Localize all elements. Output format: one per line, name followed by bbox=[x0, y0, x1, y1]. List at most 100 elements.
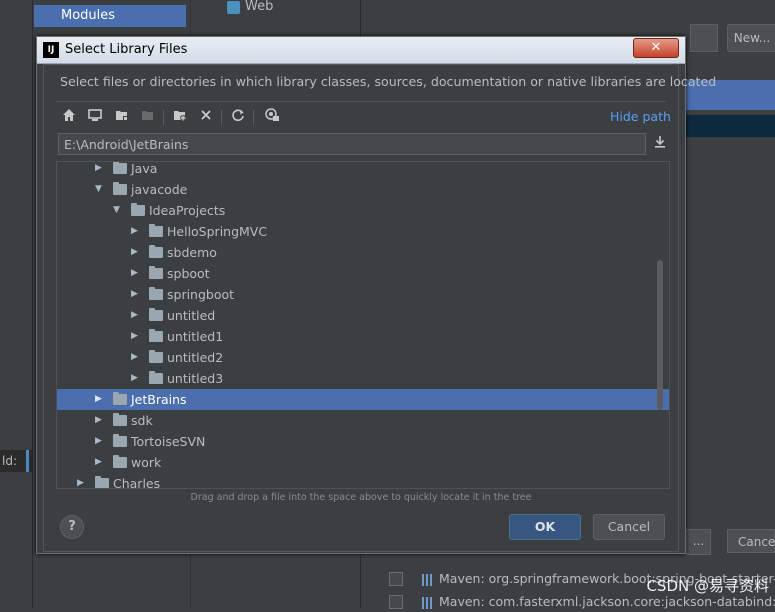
maven-library-icon bbox=[422, 573, 434, 586]
tree-row-label: HelloSpringMVC bbox=[167, 224, 268, 239]
web-module-icon bbox=[227, 1, 240, 14]
tree-row-label: work bbox=[131, 455, 162, 470]
module-icon[interactable] bbox=[139, 108, 157, 126]
collapse-arrow-icon[interactable]: ▼ bbox=[95, 179, 105, 200]
folder-icon bbox=[113, 434, 127, 447]
toolbar-separator bbox=[163, 110, 164, 125]
expand-arrow-icon[interactable]: ▶ bbox=[131, 347, 141, 368]
tree-row-label: sdk bbox=[131, 413, 153, 428]
toolbar-separator bbox=[253, 110, 254, 125]
folder-icon bbox=[113, 162, 127, 174]
browse-button[interactable]: ... bbox=[686, 529, 711, 555]
intellij-logo-icon: IJ bbox=[43, 42, 59, 58]
toolbar-separator bbox=[221, 110, 222, 125]
folder-icon bbox=[113, 182, 127, 195]
collapse-arrow-icon[interactable]: ▼ bbox=[113, 200, 123, 221]
dialog-titlebar[interactable]: IJ Select Library Files ✕ bbox=[37, 37, 685, 64]
tree-row[interactable]: ▶ sbdemo bbox=[57, 242, 669, 263]
folder-icon bbox=[149, 371, 163, 384]
tree-row-label: untitled1 bbox=[167, 329, 224, 344]
expand-arrow-icon[interactable]: ▶ bbox=[131, 326, 141, 347]
folder-icon bbox=[113, 413, 127, 426]
tree-scrollbar-thumb[interactable] bbox=[657, 260, 663, 410]
hide-path-link[interactable]: Hide path bbox=[610, 109, 671, 124]
tree-row-label: JetBrains bbox=[131, 392, 187, 407]
expand-arrow-icon[interactable]: ▶ bbox=[77, 473, 87, 488]
folder-icon bbox=[113, 392, 127, 405]
tree-row[interactable]: ▶ Java bbox=[57, 161, 669, 179]
new-folder-icon[interactable] bbox=[171, 108, 189, 126]
close-button[interactable]: ✕ bbox=[633, 38, 679, 58]
sidebar-divider bbox=[32, 0, 33, 608]
tree-row-label: IdeaProjects bbox=[149, 203, 226, 218]
separator bbox=[56, 101, 666, 102]
expand-arrow-icon[interactable]: ▶ bbox=[95, 162, 105, 179]
drag-drop-hint: Drag and drop a file into the space abov… bbox=[190, 492, 532, 503]
module-item-web[interactable]: Web bbox=[245, 0, 273, 16]
expand-arrow-icon[interactable]: ▶ bbox=[95, 410, 105, 431]
tree-row[interactable]: ▶ TortoiseSVN bbox=[57, 431, 669, 452]
folder-icon bbox=[149, 308, 163, 321]
dependency-checkbox[interactable] bbox=[389, 572, 403, 586]
select-library-files-dialog: IJ Select Library Files ✕ Select files o… bbox=[36, 36, 716, 554]
expand-arrow-icon[interactable]: ▶ bbox=[131, 221, 141, 242]
tree-row[interactable]: ▶ untitled2 bbox=[57, 347, 669, 368]
header-row bbox=[686, 115, 775, 137]
help-button[interactable]: ? bbox=[60, 515, 84, 539]
path-input[interactable]: E:\Android\JetBrains bbox=[58, 133, 646, 155]
tree-row-label: Charles bbox=[113, 476, 161, 489]
expand-arrow-icon[interactable]: ▶ bbox=[131, 263, 141, 284]
expand-arrow-icon[interactable]: ▶ bbox=[95, 389, 105, 410]
show-hidden-icon[interactable] bbox=[263, 108, 281, 126]
download-icon[interactable] bbox=[652, 135, 668, 153]
sidebar-item-modules[interactable]: Modules bbox=[34, 5, 186, 27]
sdk-combo-arrow[interactable] bbox=[690, 24, 718, 52]
folder-icon bbox=[149, 329, 163, 342]
tree-row-label: javacode bbox=[131, 182, 188, 197]
refresh-icon[interactable] bbox=[229, 108, 247, 126]
background-cancel-button[interactable]: Cancel bbox=[727, 529, 775, 553]
expand-arrow-icon[interactable]: ▶ bbox=[131, 305, 141, 326]
dependency-label: Maven: com.fasterxml.jackson.core:jackso… bbox=[439, 594, 775, 609]
tree-row[interactable]: ▶ JetBrains bbox=[57, 389, 669, 410]
tree-row[interactable]: ▶ springboot bbox=[57, 284, 669, 305]
folder-icon bbox=[149, 245, 163, 258]
expand-arrow-icon[interactable]: ▶ bbox=[131, 242, 141, 263]
file-tree[interactable]: ▶ Charles ▶ work ▶ TortoiseSVN ▶ sdk ▶ JetBrains ▶… bbox=[56, 161, 670, 489]
tree-row[interactable]: ▶ work bbox=[57, 452, 669, 473]
tree-row[interactable]: ▶ sdk bbox=[57, 410, 669, 431]
dialog-description: Select files or directories in which lib… bbox=[60, 74, 717, 89]
tree-row-label: untitled3 bbox=[167, 371, 224, 386]
tree-row-label: untitled bbox=[167, 308, 216, 323]
tree-row-label: TortoiseSVN bbox=[131, 434, 206, 449]
new-sdk-button[interactable]: New... bbox=[727, 24, 775, 52]
dependency-checkbox[interactable] bbox=[389, 595, 403, 609]
tree-row[interactable]: ▶ untitled3 bbox=[57, 368, 669, 389]
tree-row-label: sbdemo bbox=[167, 245, 217, 260]
desktop-icon[interactable] bbox=[86, 108, 104, 126]
folder-icon bbox=[149, 350, 163, 363]
tree-row[interactable]: ▶ HelloSpringMVC bbox=[57, 221, 669, 242]
home-icon[interactable] bbox=[60, 108, 78, 126]
tree-row[interactable]: ▶ Charles bbox=[57, 473, 669, 489]
tree-row[interactable]: ▼ IdeaProjects bbox=[57, 200, 669, 221]
dialog-content: Select files or directories in which lib… bbox=[43, 64, 716, 552]
ok-button[interactable]: OK bbox=[509, 514, 581, 540]
expand-arrow-icon[interactable]: ▶ bbox=[95, 431, 105, 452]
tree-row[interactable]: ▶ untitled1 bbox=[57, 326, 669, 347]
tree-row-label: Java bbox=[131, 161, 158, 176]
project-icon[interactable] bbox=[113, 108, 131, 126]
folder-icon bbox=[95, 476, 109, 488]
delete-icon[interactable] bbox=[197, 108, 215, 126]
tree-row-label: spboot bbox=[167, 266, 210, 281]
folder-icon bbox=[149, 287, 163, 300]
left-edge-marker bbox=[26, 450, 29, 472]
watermark: CSDN @易寻资料 bbox=[646, 577, 769, 595]
cancel-button[interactable]: Cancel bbox=[593, 514, 665, 540]
expand-arrow-icon[interactable]: ▶ bbox=[131, 368, 141, 389]
expand-arrow-icon[interactable]: ▶ bbox=[131, 284, 141, 305]
expand-arrow-icon[interactable]: ▶ bbox=[95, 452, 105, 473]
tree-row[interactable]: ▶ untitled bbox=[57, 305, 669, 326]
tree-row[interactable]: ▼ javacode bbox=[57, 179, 669, 200]
tree-row[interactable]: ▶ spboot bbox=[57, 263, 669, 284]
